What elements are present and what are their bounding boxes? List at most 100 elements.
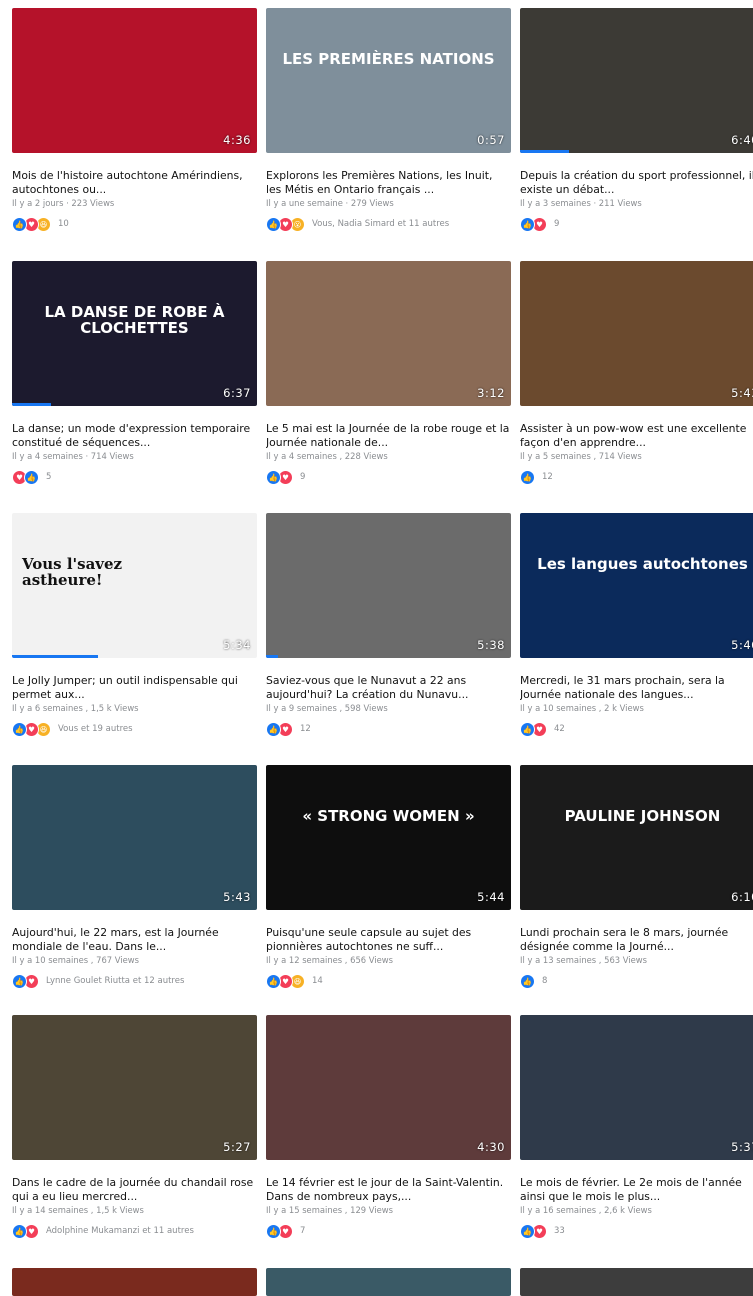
video-card[interactable]: 4:36 Mois de l'histoire autochtone Amérin…	[12, 8, 257, 232]
video-duration: 5:44	[477, 890, 505, 904]
video-title[interactable]: Depuis la création du sport professionne…	[520, 169, 753, 197]
reactions-summary[interactable]: 👍 ♥ 7	[266, 1223, 511, 1239]
video-card[interactable]: 5:38 Saviez-vous que le Nunavut a 22 ans …	[266, 513, 511, 737]
reactions-summary[interactable]: 👍 ♥ 😆 14	[266, 973, 511, 989]
reactions-summary[interactable]: 👍 ♥ 9	[520, 216, 753, 232]
video-card[interactable]: LES PREMIÈRES NATIONS 0:57 Explorons les P…	[266, 8, 511, 232]
video-title[interactable]: Le Jolly Jumper; un outil indispensable …	[12, 674, 257, 702]
reactions-summary[interactable]: ♥ 👍 5	[12, 469, 257, 485]
video-card[interactable]: LA DANSE DE ROBE À CLOCHETTES 6:37 La dans…	[12, 261, 257, 485]
video-card[interactable]: 4:30 Le 14 février est le jour de la Sain…	[266, 1015, 511, 1239]
reactions-count: 7	[300, 1226, 306, 1236]
reactions-summary[interactable]: 👍 ♥ 😮 Vous, Nadia Simard et 11 autres	[266, 216, 511, 232]
video-thumbnail[interactable]: « STRONG WOMEN » 5:44	[266, 765, 511, 910]
video-duration: 5:46	[731, 638, 753, 652]
video-title[interactable]: Le mois de février. Le 2e mois de l'anné…	[520, 1176, 753, 1204]
reactions-summary[interactable]: 👍 ♥ 33	[520, 1223, 753, 1239]
video-thumbnail[interactable]: 5:43	[12, 765, 257, 910]
video-title[interactable]: Dans le cadre de la journée du chandail …	[12, 1176, 257, 1204]
reactions-summary[interactable]: 👍 ♥ Lynne Goulet Riutta et 12 autres	[12, 973, 257, 989]
video-card[interactable]: 5:43 Aujourd'hui, le 22 mars, est la Jour…	[12, 765, 257, 989]
video-meta: Il y a 5 semaines , 714 Views	[520, 451, 642, 461]
like-reaction-icon: 👍	[520, 1223, 535, 1239]
reactions-summary[interactable]: 👍 ♥ 😆 Vous et 19 autres	[12, 721, 257, 737]
reactions-count: 9	[300, 472, 306, 482]
video-duration: 5:34	[223, 638, 251, 652]
video-thumbnail-partial[interactable]	[266, 1268, 511, 1296]
reactions-summary[interactable]: 👍 ♥ 12	[266, 721, 511, 737]
video-title[interactable]: Le 14 février est le jour de la Saint-Va…	[266, 1176, 511, 1204]
video-title[interactable]: Puisqu'une seule capsule au sujet des pi…	[266, 926, 511, 954]
reactions-summary[interactable]: 👍 ♥ 9	[266, 469, 511, 485]
video-title[interactable]: La danse; un mode d'expression temporair…	[12, 422, 257, 450]
reactions-count: Vous et 19 autres	[58, 724, 133, 734]
like-reaction-icon: 👍	[12, 216, 27, 232]
video-card[interactable]: 3:12 Le 5 mai est la Journée de la robe r…	[266, 261, 511, 485]
reactions-summary[interactable]: 👍 8	[520, 973, 753, 989]
reactions-count: 12	[300, 724, 311, 734]
video-card[interactable]: 5:43 Assister à un pow-wow est une excell…	[520, 261, 753, 485]
video-meta: Il y a 15 semaines , 129 Views	[266, 1205, 394, 1215]
video-thumbnail-partial[interactable]	[12, 1268, 257, 1296]
video-title[interactable]: Mercredi, le 31 mars prochain, sera la J…	[520, 674, 753, 702]
video-thumbnail[interactable]: Les langues autochtones 5:46	[520, 513, 753, 658]
video-meta: Il y a 9 semaines , 598 Views	[266, 703, 388, 713]
video-card[interactable]: Les langues autochtones 5:46 Mercredi, le …	[520, 513, 753, 737]
thumbnail-overlay-text: Vous l'savez astheure!	[22, 555, 123, 589]
reactions-count: 10	[58, 219, 69, 229]
video-thumbnail[interactable]: 6:40	[520, 8, 753, 153]
video-title[interactable]: Saviez-vous que le Nunavut a 22 ans aujo…	[266, 674, 511, 702]
video-thumbnail[interactable]: PAULINE JOHNSON 6:10	[520, 765, 753, 910]
thumbnail-image	[520, 8, 753, 153]
reactions-count: Lynne Goulet Riutta et 12 autres	[46, 976, 185, 986]
video-card[interactable]: 5:37 Le mois de février. Le 2e mois de l'…	[520, 1015, 753, 1239]
video-card[interactable]: Vous l'savez astheure! 5:34 Le Jolly Jumpe…	[12, 513, 257, 737]
like-reaction-icon: 👍	[24, 469, 39, 485]
video-title[interactable]: Assister à un pow-wow est une excellente…	[520, 422, 753, 450]
watch-progress-bar	[12, 655, 98, 658]
reactions-count: 42	[554, 724, 565, 734]
reactions-count: 14	[312, 976, 323, 986]
video-thumbnail[interactable]: 5:27	[12, 1015, 257, 1160]
video-title[interactable]: Le 5 mai est la Journée de la robe rouge…	[266, 422, 511, 450]
reactions-count: Adolphine Mukamanzi et 11 autres	[46, 1226, 194, 1236]
like-reaction-icon: 👍	[266, 1223, 281, 1239]
reactions-summary[interactable]: 👍 ♥ Adolphine Mukamanzi et 11 autres	[12, 1223, 257, 1239]
video-thumbnail[interactable]: 4:36	[12, 8, 257, 153]
video-title[interactable]: Explorons les Premières Nations, les Inu…	[266, 169, 511, 197]
thumbnail-image	[266, 261, 511, 406]
video-thumbnail-partial[interactable]	[520, 1268, 753, 1296]
like-reaction-icon: 👍	[12, 1223, 27, 1239]
thumbnail-image	[266, 513, 511, 658]
reactions-summary[interactable]: 👍 12	[520, 469, 753, 485]
video-duration: 4:30	[477, 1140, 505, 1154]
video-title[interactable]: Aujourd'hui, le 22 mars, est la Journée …	[12, 926, 257, 954]
thumbnail-image	[520, 765, 753, 910]
video-thumbnail[interactable]: Vous l'savez astheure! 5:34	[12, 513, 257, 658]
thumbnail-overlay-text: « STRONG WOMEN »	[302, 807, 475, 825]
video-thumbnail[interactable]: 5:37	[520, 1015, 753, 1160]
video-thumbnail[interactable]: 5:38	[266, 513, 511, 658]
reactions-summary[interactable]: 👍 ♥ 😆 10	[12, 216, 257, 232]
video-meta: Il y a 3 semaines · 211 Views	[520, 198, 642, 208]
video-meta: Il y a 2 jours · 223 Views	[12, 198, 115, 208]
thumbnail-image	[520, 261, 753, 406]
like-reaction-icon: 👍	[266, 973, 281, 989]
reactions-summary[interactable]: 👍 ♥ 42	[520, 721, 753, 737]
video-thumbnail[interactable]: 3:12	[266, 261, 511, 406]
video-title[interactable]: Lundi prochain sera le 8 mars, journée d…	[520, 926, 753, 954]
video-title[interactable]: Mois de l'histoire autochtone Amérindien…	[12, 169, 257, 197]
reactions-count: 12	[542, 472, 553, 482]
like-reaction-icon: 👍	[266, 469, 281, 485]
video-card[interactable]: 6:40 Depuis la création du sport professi…	[520, 8, 753, 232]
video-thumbnail[interactable]: LA DANSE DE ROBE À CLOCHETTES 6:37	[12, 261, 257, 406]
video-duration: 6:37	[223, 386, 251, 400]
video-card[interactable]: 5:27 Dans le cadre de la journée du chand…	[12, 1015, 257, 1239]
video-card[interactable]: PAULINE JOHNSON 6:10 Lundi prochain sera l…	[520, 765, 753, 989]
video-card[interactable]: « STRONG WOMEN » 5:44 Puisqu'une seule cap…	[266, 765, 511, 989]
video-thumbnail[interactable]: 5:43	[520, 261, 753, 406]
video-thumbnail[interactable]: 4:30	[266, 1015, 511, 1160]
video-duration: 5:27	[223, 1140, 251, 1154]
thumbnail-image	[12, 1015, 257, 1160]
video-thumbnail[interactable]: LES PREMIÈRES NATIONS 0:57	[266, 8, 511, 153]
